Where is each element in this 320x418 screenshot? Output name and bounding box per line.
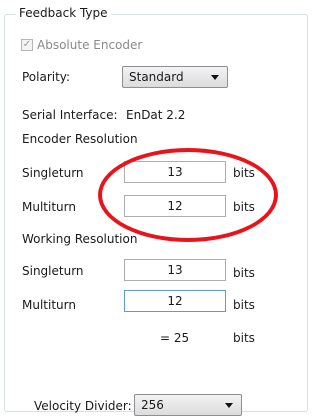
- working-singleturn-field[interactable]: 13: [124, 259, 226, 281]
- checkmark-icon: ✓: [21, 39, 33, 51]
- velocity-divider-select[interactable]: 256: [134, 394, 242, 416]
- working-multiturn-label: Multiturn: [22, 298, 76, 312]
- working-resolution-heading: Working Resolution: [22, 232, 138, 246]
- absolute-encoder-checkbox[interactable]: ✓ Absolute Encoder: [21, 38, 142, 52]
- working-singleturn-unit: bits: [233, 266, 255, 280]
- velocity-divider-value: 256: [141, 398, 164, 412]
- working-total-unit: bits: [233, 331, 255, 345]
- working-multiturn-unit: bits: [233, 298, 255, 312]
- group-title: Feedback Type: [16, 6, 111, 20]
- chevron-down-icon: [211, 75, 219, 80]
- chevron-down-icon: [225, 403, 233, 408]
- polarity-value: Standard: [129, 70, 184, 84]
- working-multiturn-field[interactable]: 12: [124, 290, 226, 312]
- encoder-resolution-heading: Encoder Resolution: [22, 132, 138, 146]
- encoder-singleturn-label: Singleturn: [22, 166, 84, 180]
- highlight-ellipse: [98, 148, 278, 242]
- serial-interface-value: EnDat 2.2: [126, 108, 186, 122]
- working-singleturn-label: Singleturn: [22, 264, 84, 278]
- working-total-value: = 25: [160, 331, 190, 345]
- absolute-encoder-label: Absolute Encoder: [37, 38, 143, 52]
- serial-interface-label: Serial Interface:: [22, 108, 118, 122]
- polarity-label: Polarity:: [22, 70, 71, 84]
- encoder-multiturn-label: Multiturn: [22, 200, 76, 214]
- polarity-select[interactable]: Standard: [122, 66, 228, 88]
- velocity-divider-label: Velocity Divider:: [34, 399, 132, 413]
